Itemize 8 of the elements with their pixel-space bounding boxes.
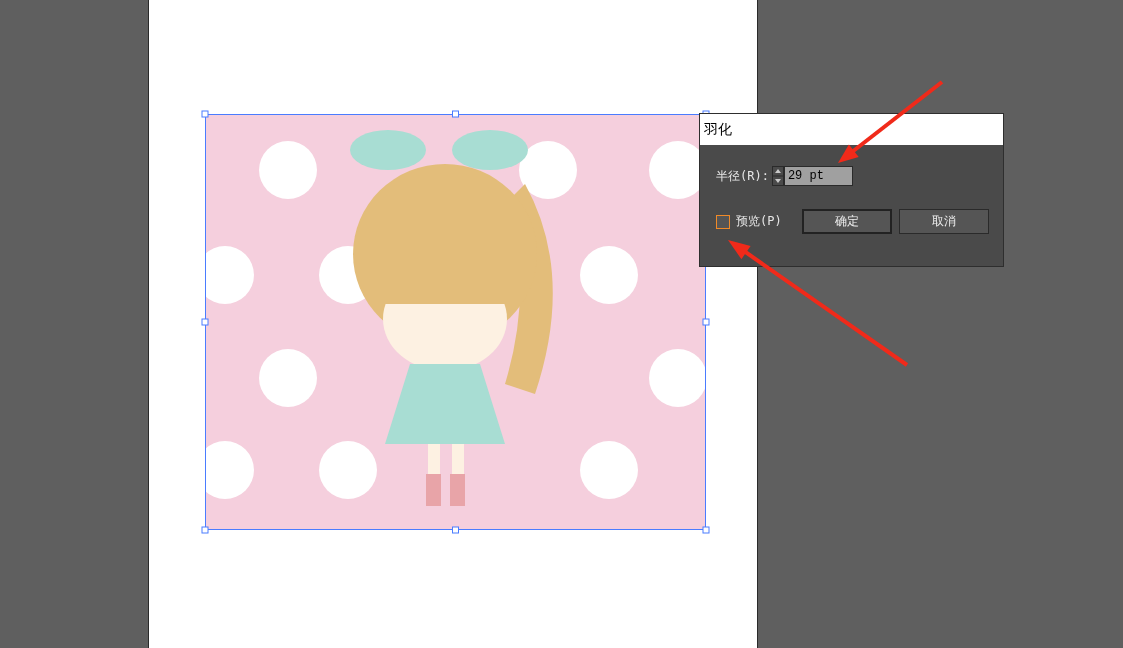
radius-input-field[interactable]: 29 pt	[783, 166, 853, 186]
preview-checkbox[interactable]	[716, 214, 730, 229]
preview-label: 预览(P)	[736, 213, 782, 230]
dialog-button[interactable]: 取消	[898, 209, 989, 234]
spinner-arrows-icon[interactable]	[771, 166, 784, 186]
dialog-button[interactable]: 确定	[801, 209, 892, 234]
radius-label: 半径(R):	[716, 167, 769, 185]
dialog-title: 羽化	[704, 120, 732, 139]
